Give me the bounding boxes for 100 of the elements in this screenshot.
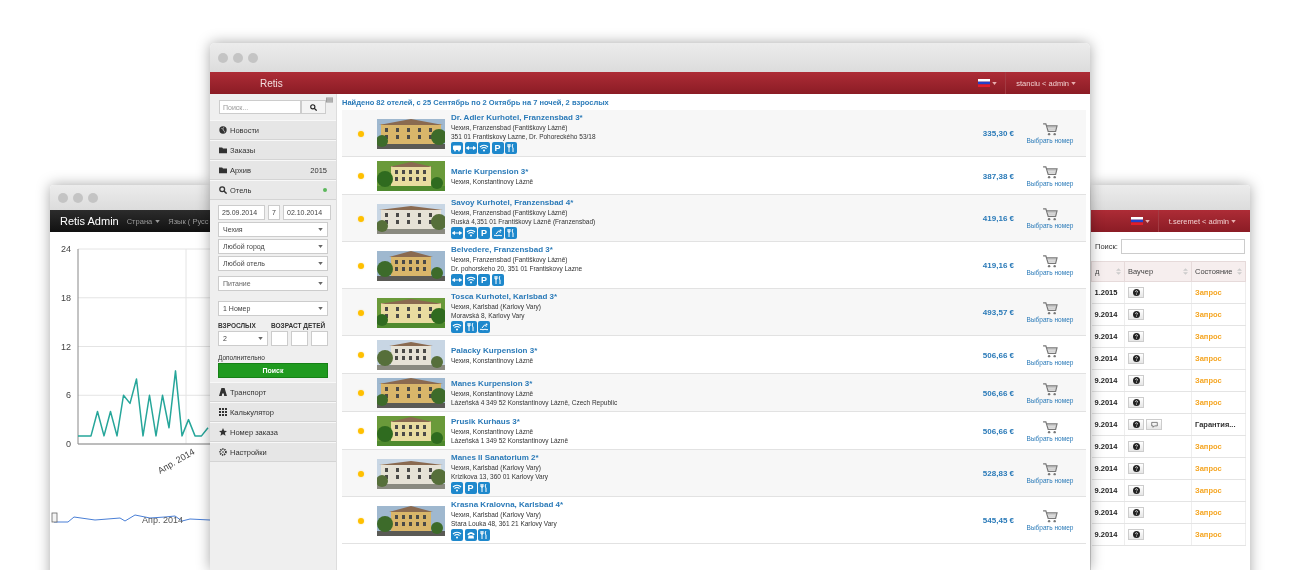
swimmer-icon bbox=[491, 227, 504, 239]
question-icon bbox=[1132, 355, 1140, 362]
price: 335,30 € bbox=[981, 129, 1014, 138]
wifi-icon bbox=[464, 274, 477, 286]
cart-icon[interactable] bbox=[1042, 344, 1058, 358]
wifi-icon bbox=[478, 142, 490, 154]
voucher-button[interactable] bbox=[1128, 287, 1144, 298]
swimmer-icon bbox=[478, 321, 490, 333]
folder-icon bbox=[219, 146, 227, 154]
voucher-button[interactable] bbox=[1128, 309, 1144, 320]
price: 506,66 € bbox=[981, 350, 1014, 360]
caret-icon bbox=[318, 262, 323, 265]
parking-icon: P bbox=[464, 482, 477, 494]
arrows-icon bbox=[464, 142, 477, 154]
road-icon bbox=[219, 388, 227, 396]
parking-icon: P bbox=[491, 142, 504, 154]
price: 506,66 € bbox=[981, 426, 1014, 436]
fork-knife-icon bbox=[464, 321, 477, 333]
caret-icon bbox=[992, 81, 998, 85]
list-icon[interactable] bbox=[325, 97, 333, 103]
phone-icon bbox=[464, 529, 477, 541]
hotel-name-link[interactable]: Belvedere, Franzensbad 3* bbox=[451, 245, 954, 255]
flag-icon bbox=[1130, 217, 1143, 225]
caret-icon bbox=[1231, 219, 1236, 223]
wifi-icon bbox=[451, 529, 463, 541]
caret-icon bbox=[318, 245, 323, 248]
cart-icon[interactable] bbox=[1042, 420, 1058, 434]
axis-label: 12 bbox=[61, 341, 71, 352]
caret-icon bbox=[155, 219, 161, 223]
gear-icon bbox=[219, 448, 227, 456]
date-label: Апр. 2014 bbox=[156, 446, 197, 476]
flag-icon bbox=[978, 79, 991, 87]
hotel-name-link[interactable]: Manes II Sanatorium 2* bbox=[451, 453, 954, 463]
brand-name[interactable]: Retis bbox=[260, 77, 283, 89]
question-icon bbox=[1132, 465, 1140, 472]
cart-icon[interactable] bbox=[1042, 255, 1058, 268]
folder-icon bbox=[219, 166, 227, 174]
cart-icon[interactable] bbox=[1042, 123, 1058, 136]
price: 419,16 € bbox=[981, 261, 1014, 270]
hotel-name-link[interactable]: Tosca Kurhotel, Karlsbad 3* bbox=[451, 292, 954, 302]
fork-knife-icon bbox=[478, 529, 490, 541]
child-age-field[interactable] bbox=[311, 331, 328, 346]
sort-icon bbox=[1237, 268, 1242, 275]
caret-icon bbox=[318, 228, 323, 231]
wifi-icon bbox=[464, 227, 477, 239]
question-icon bbox=[1132, 509, 1140, 516]
question-icon bbox=[1132, 487, 1140, 494]
question-icon bbox=[1132, 311, 1140, 318]
search-button[interactable] bbox=[301, 100, 326, 114]
child-age-field[interactable] bbox=[291, 331, 308, 346]
voucher-button[interactable] bbox=[1128, 419, 1144, 430]
search-field[interactable] bbox=[1120, 239, 1245, 254]
child-age-field[interactable] bbox=[271, 331, 288, 346]
cart-icon[interactable] bbox=[1042, 165, 1058, 179]
price: 493,57 € bbox=[981, 308, 1014, 317]
question-icon bbox=[1132, 443, 1140, 450]
voucher-button[interactable] bbox=[1128, 397, 1144, 408]
sort-icon bbox=[1183, 268, 1188, 275]
hotel-name-link[interactable]: Marie Kurpension 3* bbox=[451, 166, 954, 177]
cart-icon[interactable] bbox=[1042, 208, 1058, 221]
caret-icon bbox=[258, 337, 263, 340]
hotel-name-link[interactable]: Dr. Adler Kurhotel, Franzensbad 3* bbox=[451, 113, 954, 123]
range-handle[interactable] bbox=[51, 512, 58, 523]
price: 545,45 € bbox=[981, 516, 1014, 525]
search-icon bbox=[219, 186, 227, 194]
voucher-button[interactable] bbox=[1128, 441, 1144, 452]
hotel-name-link[interactable]: Manes Kurpension 3* bbox=[451, 379, 954, 389]
star-icon bbox=[219, 428, 227, 436]
voucher-button[interactable] bbox=[1128, 463, 1144, 474]
question-icon bbox=[1132, 377, 1140, 384]
question-icon bbox=[1132, 421, 1140, 428]
voucher-button[interactable] bbox=[1128, 529, 1144, 540]
cart-icon[interactable] bbox=[1042, 302, 1058, 315]
voucher-button[interactable] bbox=[1128, 485, 1144, 496]
hotel-name-link[interactable]: Krasna Kralovna, Karlsbad 4* bbox=[451, 500, 954, 510]
arrows-icon bbox=[451, 227, 463, 239]
cart-icon[interactable] bbox=[1042, 382, 1058, 396]
question-icon bbox=[1132, 531, 1140, 538]
brand-name[interactable]: Retis Admin bbox=[60, 215, 119, 227]
voucher-button[interactable] bbox=[1128, 507, 1144, 518]
axis-label: 24 bbox=[61, 244, 71, 254]
caret-icon bbox=[1144, 219, 1150, 223]
hotel-name-link[interactable]: Palacky Kurpension 3* bbox=[451, 345, 954, 356]
bus-icon bbox=[451, 142, 463, 154]
parking-icon: P bbox=[478, 227, 490, 239]
voucher-button[interactable] bbox=[1128, 375, 1144, 386]
price: 528,83 € bbox=[981, 469, 1014, 478]
cart-icon[interactable] bbox=[1042, 510, 1058, 523]
arrows-icon bbox=[451, 274, 463, 286]
wifi-icon bbox=[451, 482, 463, 494]
voucher-button[interactable] bbox=[1128, 331, 1144, 342]
voucher-button[interactable] bbox=[1128, 353, 1144, 364]
cart-icon[interactable] bbox=[1042, 463, 1058, 476]
caret-icon bbox=[318, 307, 323, 310]
axis-label: 18 bbox=[61, 292, 71, 303]
sort-icon bbox=[1116, 268, 1121, 275]
hotel-name-link[interactable]: Prusik Kurhaus 3* bbox=[451, 417, 954, 427]
hotel-name-link[interactable]: Savoy Kurhotel, Franzensbad 4* bbox=[451, 198, 954, 208]
fork-knife-icon bbox=[491, 274, 504, 286]
navigator-label: Апр. 2014 bbox=[142, 515, 183, 525]
